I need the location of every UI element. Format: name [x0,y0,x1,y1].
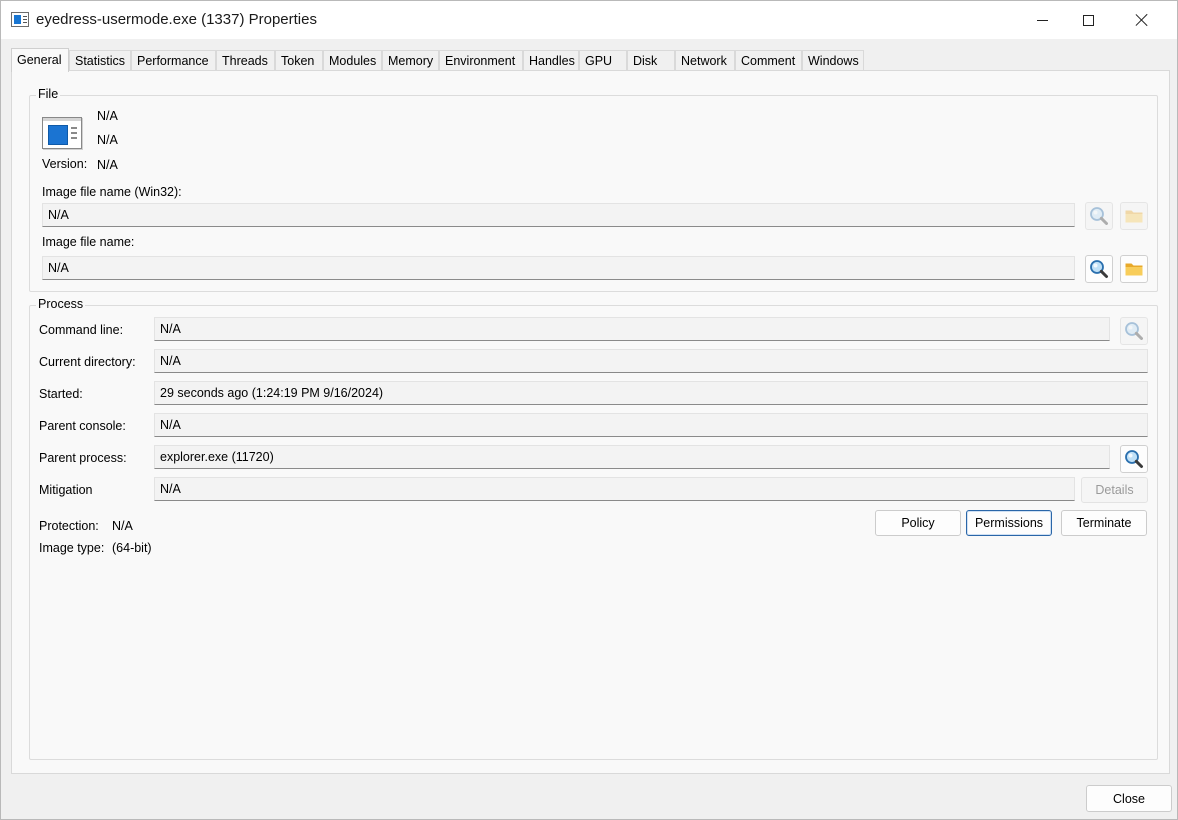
image-file-name-field[interactable]: N/A [42,256,1075,280]
folder-icon [1124,206,1144,226]
parent-process-inspect-button[interactable] [1120,445,1148,473]
minimize-icon [1036,19,1048,21]
tab-memory[interactable]: Memory [382,50,439,72]
parent-process-field[interactable]: explorer.exe (11720) [154,445,1110,469]
image-type-value: (64-bit) [112,541,152,555]
image-win32-open-folder-button[interactable] [1120,202,1148,230]
folder-icon [1124,259,1144,279]
image-win32-field[interactable]: N/A [42,203,1075,227]
tab-network[interactable]: Network [675,50,735,72]
tab-disk[interactable]: Disk [627,50,675,72]
magnifier-icon [1089,206,1109,226]
version-label: Version: [42,157,88,171]
mitigation-field[interactable]: N/A [154,477,1075,501]
file-description: N/A [97,109,118,123]
started-field[interactable]: 29 seconds ago (1:24:19 PM 9/16/2024) [154,381,1148,405]
file-group: File N/A N/A Version: N/A Image file nam… [29,87,1158,292]
parent-process-label: Parent process: [39,451,127,465]
protection-label: Protection: [39,519,99,533]
command-line-inspect-button[interactable] [1120,317,1148,345]
protection-value: N/A [112,519,133,533]
mitigation-label: Mitigation [39,483,93,497]
tab-environment[interactable]: Environment [439,50,523,72]
maximize-button[interactable] [1065,1,1111,39]
close-icon [1135,13,1149,27]
image-open-folder-button[interactable] [1120,255,1148,283]
command-line-field[interactable]: N/A [154,317,1110,341]
image-inspect-button[interactable] [1085,255,1113,283]
permissions-button[interactable]: Permissions [966,510,1052,536]
tab-statistics[interactable]: Statistics [69,50,131,72]
app-window-icon [11,12,29,27]
tab-threads[interactable]: Threads [216,50,275,72]
process-group-label: Process [36,297,86,311]
parent-console-label: Parent console: [39,419,126,433]
maximize-icon [1082,14,1094,26]
current-directory-field[interactable]: N/A [154,349,1148,373]
title-bar[interactable]: eyedress-usermode.exe (1337) Properties [1,1,1177,39]
tab-comment[interactable]: Comment [735,50,802,72]
tab-modules[interactable]: Modules [323,50,382,72]
tab-general[interactable]: General [11,48,69,72]
image-file-name-label: Image file name: [42,235,135,249]
close-button[interactable]: Close [1086,785,1172,812]
file-icon [42,117,82,149]
tab-gpu[interactable]: GPU [579,50,627,72]
general-tab-page: File N/A N/A Version: N/A Image file nam… [11,70,1170,774]
tab-handles[interactable]: Handles [523,50,579,72]
current-directory-label: Current directory: [39,355,136,369]
policy-button[interactable]: Policy [875,510,961,536]
minimize-button[interactable] [1019,1,1065,39]
command-line-label: Command line: [39,323,124,337]
image-win32-label: Image file name (Win32): [42,185,182,199]
terminate-button[interactable]: Terminate [1061,510,1147,536]
file-company: N/A [97,133,118,147]
image-type-label: Image type: [39,541,105,555]
parent-console-field[interactable]: N/A [154,413,1148,437]
magnifier-icon [1089,259,1109,279]
properties-window: eyedress-usermode.exe (1337) Properties … [0,0,1178,820]
magnifier-icon [1124,449,1144,469]
tab-performance[interactable]: Performance [131,50,216,72]
process-group: Process Command line: N/A Current direct… [29,297,1158,760]
tab-token[interactable]: Token [275,50,323,72]
details-button[interactable]: Details [1081,477,1148,503]
version-value: N/A [97,158,118,172]
image-win32-inspect-button[interactable] [1085,202,1113,230]
started-label: Started: [39,387,83,401]
magnifier-icon [1124,321,1144,341]
tab-windows[interactable]: Windows [802,50,864,72]
file-group-label: File [36,87,61,101]
window-title: eyedress-usermode.exe (1337) Properties [36,11,317,28]
close-window-button[interactable] [1119,1,1165,39]
